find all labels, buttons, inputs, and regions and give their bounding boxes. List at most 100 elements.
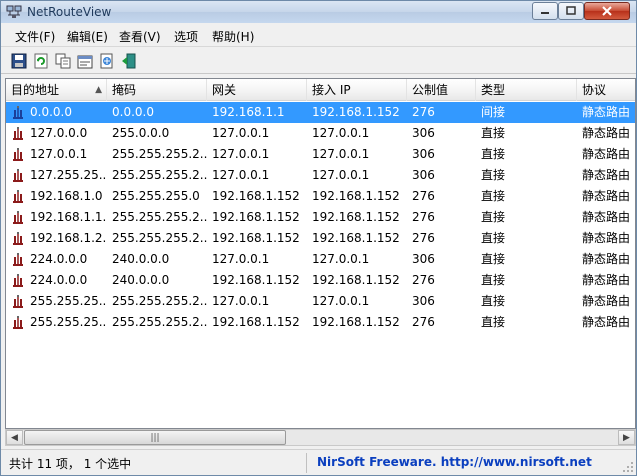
copy-icon (55, 53, 71, 69)
arrow-right-icon: ▶ (623, 432, 630, 443)
cell-interface-ip: 192.168.1.152 (312, 273, 400, 287)
minimize-button[interactable] (532, 2, 558, 20)
cell-type: 直接 (481, 231, 506, 245)
column-gateway[interactable]: 网关 (207, 79, 307, 101)
menu-file[interactable]: 文件(F) (15, 28, 55, 45)
cell-protocol: 静态路由 (582, 252, 631, 266)
grip-icon: ||| (150, 432, 160, 443)
cell-type: 直接 (481, 189, 506, 203)
table-row[interactable]: 192.168.1.1... 255.255.255.2... 192.168.1.… (6, 207, 635, 228)
cell-gateway: 192.168.1.152 (212, 189, 300, 203)
cell-destination: 127.0.0.0 (6, 123, 107, 144)
close-icon (602, 6, 612, 16)
cell-mask: 255.255.255.2... (112, 315, 207, 329)
table-row[interactable]: 255.255.25... 255.255.255.2... 192.168.1.1… (6, 312, 635, 333)
horizontal-scrollbar[interactable]: ◀ ||| ▶ (5, 429, 636, 446)
copy-button[interactable] (53, 51, 73, 71)
table-row[interactable]: 255.255.25... 255.255.255.2... 127.0.0.1 12… (6, 291, 635, 312)
cell-gateway: 192.168.1.1 (212, 105, 285, 119)
nirsoft-link[interactable]: NirSoft Freeware. http://www.nirsoft.net (317, 455, 592, 469)
cell-gateway: 127.0.0.1 (212, 252, 270, 266)
cell-destination: 255.255.25... (6, 291, 107, 312)
menu-view[interactable]: 查看(V) (119, 28, 161, 45)
column-metric[interactable]: 公制值 (407, 79, 476, 101)
cell-type: 间接 (481, 105, 506, 119)
route-icon (13, 190, 23, 203)
cell-interface-ip: 127.0.0.1 (312, 168, 370, 182)
menu-help[interactable]: 帮助(H) (212, 28, 254, 45)
column-header: 目的地址 ▲ 掩码 网关 接入 IP 公制值 类型 协议 (6, 79, 635, 101)
html-report-button[interactable] (97, 51, 117, 71)
cell-interface-ip: 192.168.1.152 (312, 315, 400, 329)
cell-metric: 306 (412, 126, 435, 140)
cell-destination: 255.255.25... (6, 312, 107, 333)
column-interface-ip[interactable]: 接入 IP (307, 79, 407, 101)
cell-type: 直接 (481, 168, 506, 182)
table-row[interactable]: 0.0.0.0 0.0.0.0 192.168.1.1 192.168.1.152 27… (6, 102, 635, 123)
column-mask[interactable]: 掩码 (107, 79, 207, 101)
table-row[interactable]: 224.0.0.0 240.0.0.0 192.168.1.152 192.168.1… (6, 270, 635, 291)
maximize-button[interactable] (558, 2, 584, 20)
maximize-icon (566, 6, 576, 15)
route-icon (13, 148, 23, 161)
cell-metric: 306 (412, 147, 435, 161)
table-row[interactable]: 127.0.0.1 255.255.255.2... 127.0.0.1 127.0.… (6, 144, 635, 165)
cell-mask: 255.255.255.0 (112, 189, 200, 203)
properties-button[interactable] (75, 51, 95, 71)
cell-metric: 276 (412, 273, 435, 287)
column-type[interactable]: 类型 (476, 79, 577, 101)
cell-type: 直接 (481, 126, 506, 140)
cell-gateway: 192.168.1.152 (212, 315, 300, 329)
route-icon (13, 295, 23, 308)
table-row[interactable]: 192.168.1.0 255.255.255.0 192.168.1.152 192… (6, 186, 635, 207)
column-destination[interactable]: 目的地址 ▲ (6, 79, 107, 101)
minimize-icon (541, 12, 549, 14)
exit-button[interactable] (119, 51, 139, 71)
scrollbar-thumb[interactable]: ||| (24, 430, 286, 445)
scroll-left-button[interactable]: ◀ (6, 430, 23, 445)
cell-mask: 255.255.255.2... (112, 168, 207, 182)
cell-protocol: 静态路由 (582, 147, 631, 161)
refresh-button[interactable] (31, 51, 51, 71)
cell-metric: 306 (412, 294, 435, 308)
cell-interface-ip: 192.168.1.152 (312, 231, 400, 245)
table-row[interactable]: 127.0.0.0 255.0.0.0 127.0.0.1 127.0.0.1 306 直… (6, 123, 635, 144)
scroll-right-button[interactable]: ▶ (618, 430, 635, 445)
cell-gateway: 127.0.0.1 (212, 126, 270, 140)
column-protocol[interactable]: 协议 (577, 79, 635, 101)
menu-bar: 文件(F) 编辑(E) 查看(V) 选项 帮助(H) (1, 23, 636, 47)
menu-edit[interactable]: 编辑(E) (67, 28, 108, 45)
save-button[interactable] (9, 51, 29, 71)
status-bar: 共计 11 项， 1 个选中 NirSoft Freeware. http://… (1, 449, 636, 475)
status-divider (306, 453, 307, 473)
table-row[interactable]: 127.255.25... 255.255.255.2... 127.0.0.1 12… (6, 165, 635, 186)
cell-protocol: 静态路由 (582, 105, 631, 119)
cell-type: 直接 (481, 294, 506, 308)
cell-interface-ip: 192.168.1.152 (312, 210, 400, 224)
table-row[interactable]: 192.168.1.2... 255.255.255.2... 192.168.1.… (6, 228, 635, 249)
cell-protocol: 静态路由 (582, 231, 631, 245)
cell-destination: 192.168.1.0 (6, 186, 107, 207)
cell-protocol: 静态路由 (582, 126, 631, 140)
resize-grip-icon[interactable] (622, 461, 634, 473)
save-icon (11, 53, 27, 69)
route-icon (13, 127, 23, 140)
window-title: NetRouteView (27, 5, 112, 19)
route-icon (13, 232, 23, 245)
cell-destination: 224.0.0.0 (6, 249, 107, 270)
cell-interface-ip: 127.0.0.1 (312, 126, 370, 140)
table-row[interactable]: 224.0.0.0 240.0.0.0 127.0.0.1 127.0.0.1 306 直… (6, 249, 635, 270)
cell-interface-ip: 127.0.0.1 (312, 147, 370, 161)
menu-options[interactable]: 选项 (174, 28, 198, 45)
cell-metric: 276 (412, 231, 435, 245)
cell-interface-ip: 192.168.1.152 (312, 105, 400, 119)
cell-metric: 276 (412, 210, 435, 224)
route-icon (13, 106, 23, 119)
cell-metric: 276 (412, 315, 435, 329)
title-bar[interactable]: NetRouteView (1, 1, 636, 23)
close-button[interactable] (584, 2, 630, 20)
route-list[interactable]: 目的地址 ▲ 掩码 网关 接入 IP 公制值 类型 协议 0.0.0.0 0.0.… (5, 78, 636, 429)
route-icon (13, 253, 23, 266)
cell-gateway: 127.0.0.1 (212, 294, 270, 308)
cell-protocol: 静态路由 (582, 315, 631, 329)
